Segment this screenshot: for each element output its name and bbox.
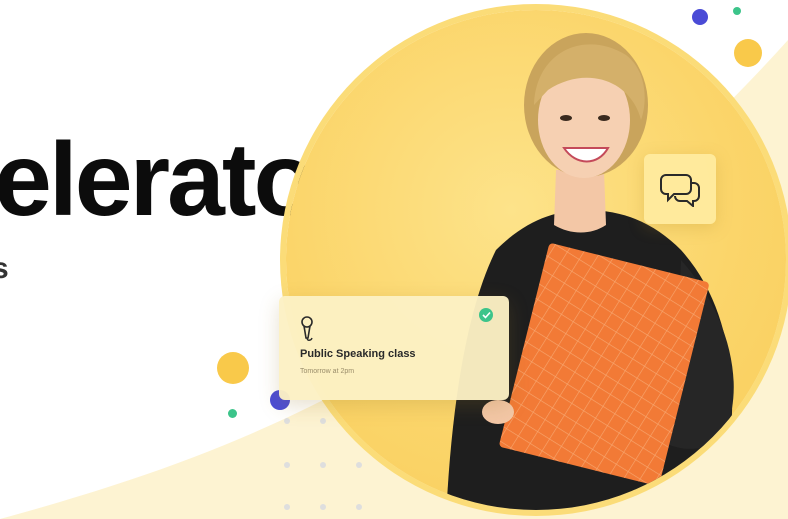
hero-subtitle: s bbox=[0, 252, 9, 285]
event-time: Tomorrow at 2pm bbox=[300, 368, 355, 375]
event-title: Public Speaking class bbox=[300, 348, 416, 360]
yellow-dot-left-decoration bbox=[217, 352, 249, 384]
chat-card bbox=[644, 154, 716, 224]
yellow-dot-decoration bbox=[734, 39, 762, 67]
microphone-icon bbox=[301, 316, 313, 341]
event-card[interactable]: Public Speaking class Tomorrow at 2pm bbox=[279, 296, 509, 400]
check-circle-icon bbox=[479, 308, 493, 322]
green-dot-left-decoration bbox=[228, 409, 237, 418]
blue-dot-decoration bbox=[692, 9, 708, 25]
person-illustration bbox=[446, 33, 734, 510]
green-dot-decoration bbox=[733, 7, 741, 15]
chat-bubbles-icon bbox=[660, 174, 700, 207]
